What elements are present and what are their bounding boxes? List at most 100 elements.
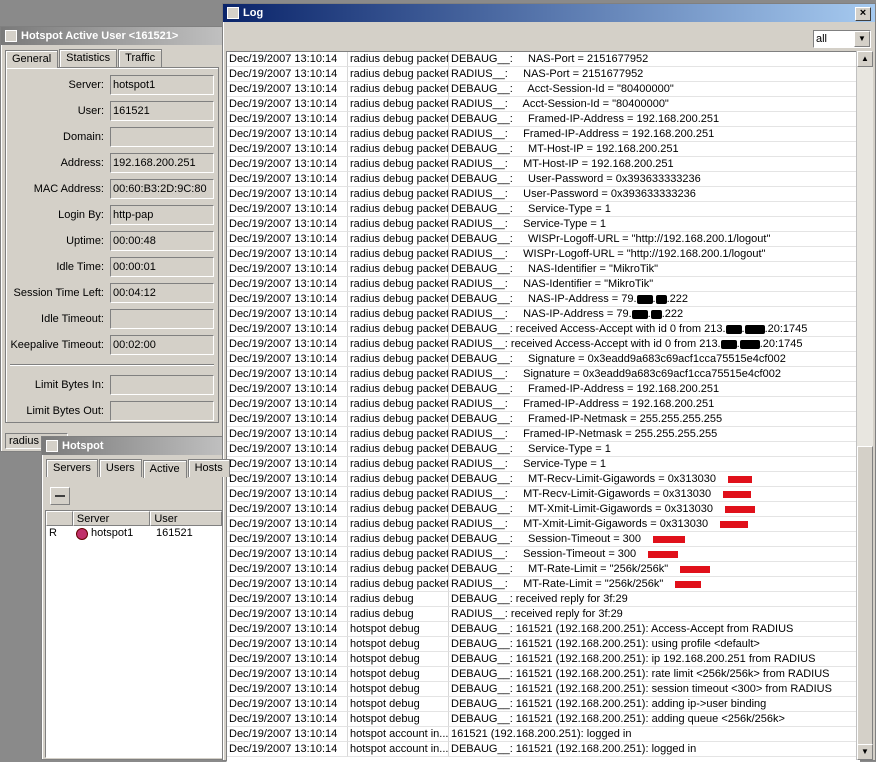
log-row[interactable]: Dec/19/2007 13:10:14 radius debug packet D…	[227, 172, 859, 187]
tab-general[interactable]: General	[5, 50, 59, 68]
log-row[interactable]: Dec/19/2007 13:10:14 radius debug packet R…	[227, 457, 859, 472]
log-row[interactable]: Dec/19/2007 13:10:14 radius debug packet R…	[227, 277, 859, 292]
log-row[interactable]: Dec/19/2007 13:10:14 radius debug packet R…	[227, 67, 859, 82]
log-row[interactable]: Dec/19/2007 13:10:14 radius debug packet R…	[227, 487, 859, 502]
remove-button[interactable]	[50, 487, 70, 505]
tab-statistics[interactable]: Statistics	[59, 49, 118, 67]
field-label: Limit Bytes Out:	[26, 405, 104, 417]
close-button[interactable]: ×	[855, 7, 871, 21]
scroll-up-button[interactable]: ▲	[857, 51, 873, 67]
log-row[interactable]: Dec/19/2007 13:10:14 radius debug packet R…	[227, 547, 859, 562]
log-row[interactable]: Dec/19/2007 13:10:14 radius debug RADIUS__…	[227, 607, 859, 622]
log-message: DEBAUG__: 161521 (192.168.200.251): usin…	[449, 637, 859, 652]
redaction-mark	[725, 324, 742, 334]
log-row[interactable]: Dec/19/2007 13:10:14 radius debug packet D…	[227, 442, 859, 457]
log-message: RADIUS__: Framed-IP-Address = 192.168.20…	[449, 397, 859, 412]
hotspot-titlebar[interactable]: Hotspot	[42, 437, 224, 455]
field-value[interactable]	[110, 401, 214, 421]
field-value[interactable]: hotspot1	[110, 75, 214, 95]
log-row[interactable]: Dec/19/2007 13:10:14 radius debug packet D…	[227, 382, 859, 397]
col-flag[interactable]	[46, 511, 73, 526]
log-row[interactable]: Dec/19/2007 13:10:14 radius debug packet R…	[227, 427, 859, 442]
log-row[interactable]: Dec/19/2007 13:10:14 hotspot debug DEBAUG_…	[227, 652, 859, 667]
log-row[interactable]: Dec/19/2007 13:10:14 hotspot debug DEBAUG_…	[227, 622, 859, 637]
field-value[interactable]: 00:02:00	[110, 335, 214, 355]
log-row[interactable]: Dec/19/2007 13:10:14 radius debug packet R…	[227, 517, 859, 532]
log-row[interactable]: Dec/19/2007 13:10:14 radius debug packet D…	[227, 412, 859, 427]
log-row[interactable]: Dec/19/2007 13:10:14 radius debug packet D…	[227, 112, 859, 127]
log-filter-select[interactable]: all ▼	[813, 30, 871, 48]
log-message-text: DEBAUG__: 161521 (192.168.200.251): Acce…	[451, 623, 794, 635]
tab-users[interactable]: Users	[98, 459, 142, 477]
field-value[interactable]: 161521	[110, 101, 214, 121]
log-row[interactable]: Dec/19/2007 13:10:14 radius debug packet R…	[227, 127, 859, 142]
log-row[interactable]: Dec/19/2007 13:10:14 radius debug packet R…	[227, 217, 859, 232]
field-value[interactable]: 00:60:B3:2D:9C:80	[110, 179, 214, 199]
field-value[interactable]	[110, 309, 214, 329]
log-message-text: DEBAUG__: MT-Recv-Limit-Gigawords = 0x31…	[451, 473, 717, 485]
field-value[interactable]: http-pap	[110, 205, 214, 225]
log-row[interactable]: Dec/19/2007 13:10:14 radius debug packet D…	[227, 322, 859, 337]
active-user-titlebar[interactable]: Hotspot Active User <161521>	[1, 27, 223, 45]
log-time: Dec/19/2007 13:10:14	[227, 472, 348, 487]
log-row[interactable]: Dec/19/2007 13:10:14 hotspot debug DEBAUG_…	[227, 682, 859, 697]
scroll-down-button[interactable]: ▼	[857, 744, 873, 760]
log-row[interactable]: Dec/19/2007 13:10:14 radius debug packet D…	[227, 262, 859, 277]
tab-servers[interactable]: Servers	[46, 459, 98, 477]
log-row[interactable]: Dec/19/2007 13:10:14 radius debug packet R…	[227, 577, 859, 592]
field-value[interactable]: 00:00:48	[110, 231, 214, 251]
log-row[interactable]: Dec/19/2007 13:10:14 radius debug packet R…	[227, 97, 859, 112]
log-time: Dec/19/2007 13:10:14	[227, 202, 348, 217]
log-message-text: RADIUS__: User-Password = 0x393633333236	[451, 188, 696, 200]
log-row[interactable]: Dec/19/2007 13:10:14 radius debug packet D…	[227, 502, 859, 517]
log-row[interactable]: Dec/19/2007 13:10:14 hotspot debug DEBAUG_…	[227, 637, 859, 652]
field-value[interactable]: 00:04:12	[110, 283, 214, 303]
log-message-text: DEBAUG__: Session-Timeout = 300	[451, 533, 642, 545]
table-row[interactable]: R hotspot1 161521	[46, 526, 222, 541]
field-value[interactable]: 192.168.200.251	[110, 153, 214, 173]
log-row[interactable]: Dec/19/2007 13:10:14 radius debug packet R…	[227, 307, 859, 322]
log-row[interactable]: Dec/19/2007 13:10:14 hotspot account in..…	[227, 742, 859, 757]
tab-hosts[interactable]: Hosts	[187, 459, 230, 477]
log-row[interactable]: Dec/19/2007 13:10:14 radius debug packet D…	[227, 532, 859, 547]
field-value[interactable]: 00:00:01	[110, 257, 214, 277]
log-topic: radius debug packet	[348, 547, 449, 562]
log-row[interactable]: Dec/19/2007 13:10:14 radius debug DEBAUG__…	[227, 592, 859, 607]
log-row[interactable]: Dec/19/2007 13:10:14 radius debug packet R…	[227, 337, 859, 352]
log-time: Dec/19/2007 13:10:14	[227, 157, 348, 172]
log-row[interactable]: Dec/19/2007 13:10:14 radius debug packet D…	[227, 352, 859, 367]
log-row[interactable]: Dec/19/2007 13:10:14 radius debug packet D…	[227, 202, 859, 217]
log-topic: radius debug packet	[348, 427, 449, 442]
log-row[interactable]: Dec/19/2007 13:10:14 radius debug packet R…	[227, 157, 859, 172]
tab-active[interactable]: Active	[142, 460, 187, 478]
log-row[interactable]: Dec/19/2007 13:10:14 hotspot account in..…	[227, 727, 859, 742]
tab-traffic[interactable]: Traffic	[118, 49, 163, 67]
field-label: Login By:	[58, 209, 104, 221]
log-titlebar[interactable]: Log	[223, 4, 875, 22]
log-message-text: DEBAUG__: received reply for 3f:29	[451, 593, 628, 605]
log-row[interactable]: Dec/19/2007 13:10:14 radius debug packet D…	[227, 562, 859, 577]
log-row[interactable]: Dec/19/2007 13:10:14 radius debug packet D…	[227, 142, 859, 157]
log-row[interactable]: Dec/19/2007 13:10:14 radius debug packet D…	[227, 82, 859, 97]
log-row[interactable]: Dec/19/2007 13:10:14 radius debug packet R…	[227, 247, 859, 262]
active-user-title: Hotspot Active User <161521>	[21, 30, 179, 42]
log-row[interactable]: Dec/19/2007 13:10:14 hotspot debug DEBAUG_…	[227, 697, 859, 712]
log-row[interactable]: Dec/19/2007 13:10:14 radius debug packet R…	[227, 367, 859, 382]
log-scrollbar[interactable]: ▲ ▼	[856, 51, 873, 760]
log-row[interactable]: Dec/19/2007 13:10:14 hotspot debug DEBAUG_…	[227, 667, 859, 682]
field-value[interactable]	[110, 127, 214, 147]
col-user[interactable]: User	[150, 511, 222, 526]
log-row[interactable]: Dec/19/2007 13:10:14 radius debug packet R…	[227, 397, 859, 412]
log-topic: hotspot debug	[348, 712, 449, 727]
scroll-thumb[interactable]	[857, 446, 873, 746]
log-row[interactable]: Dec/19/2007 13:10:14 radius debug packet D…	[227, 232, 859, 247]
col-server[interactable]: Server	[72, 511, 151, 526]
log-message-tail: .20:1745	[764, 323, 808, 335]
log-list[interactable]: Dec/19/2007 13:10:14 radius debug packet D…	[226, 51, 860, 762]
log-row[interactable]: Dec/19/2007 13:10:14 radius debug packet R…	[227, 187, 859, 202]
log-row[interactable]: Dec/19/2007 13:10:14 hotspot debug DEBAUG_…	[227, 712, 859, 727]
log-row[interactable]: Dec/19/2007 13:10:14 radius debug packet D…	[227, 52, 859, 67]
field-value[interactable]	[110, 375, 214, 395]
log-row[interactable]: Dec/19/2007 13:10:14 radius debug packet D…	[227, 292, 859, 307]
log-row[interactable]: Dec/19/2007 13:10:14 radius debug packet D…	[227, 472, 859, 487]
